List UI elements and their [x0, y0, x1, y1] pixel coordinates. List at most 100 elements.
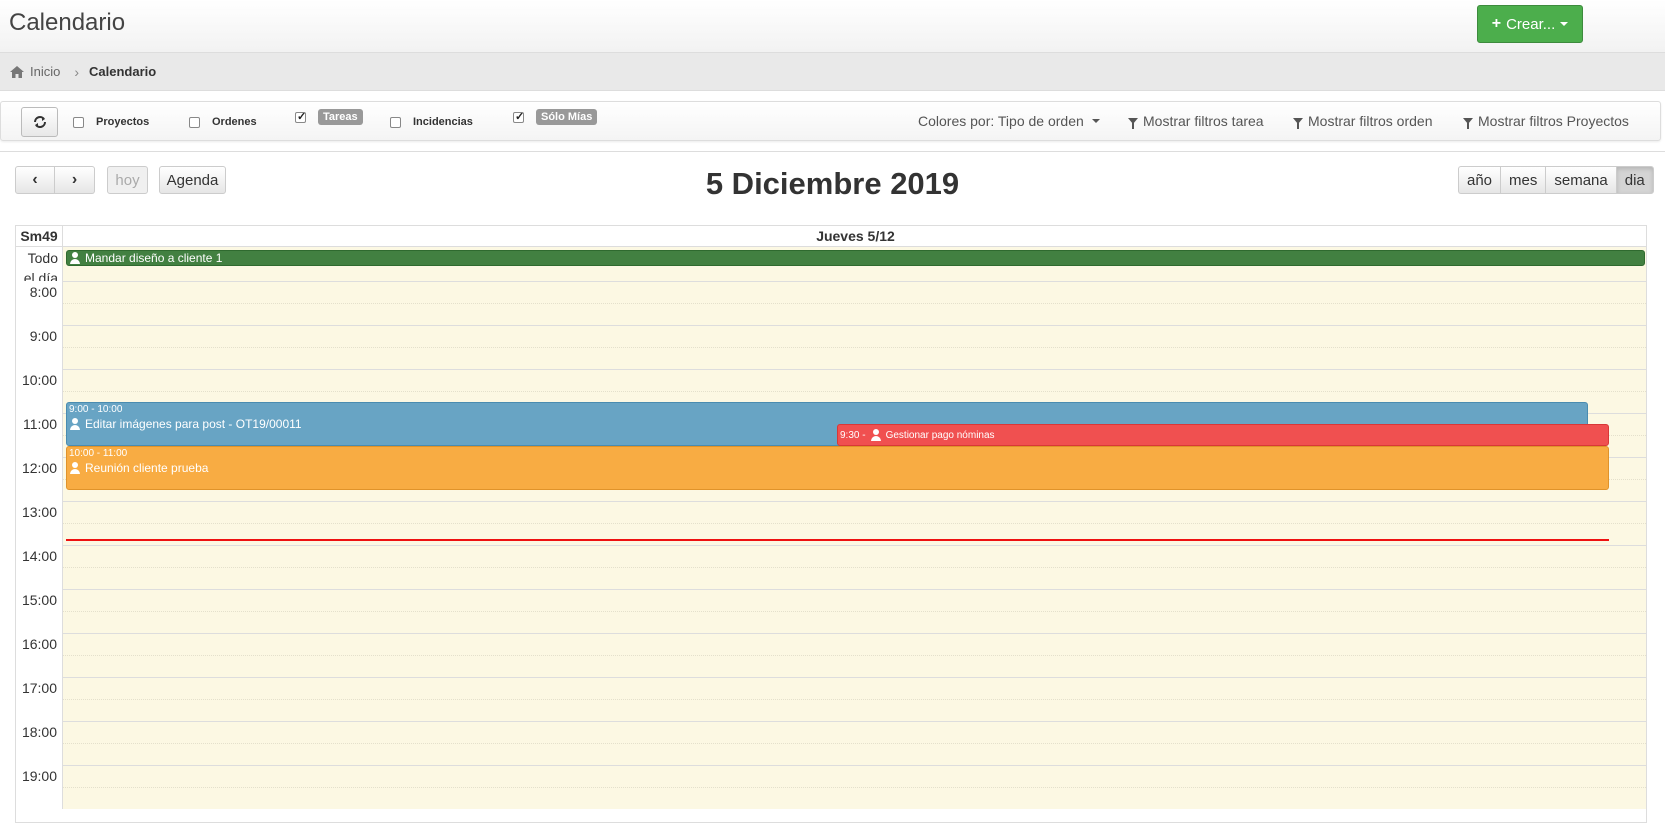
slot-line[interactable] — [63, 567, 1646, 589]
time-slot[interactable]: 9:00 — [16, 325, 1646, 369]
time-slot-half[interactable] — [16, 347, 1646, 369]
time-slot-half[interactable] — [16, 303, 1646, 325]
week-number: Sm49 — [16, 226, 63, 247]
slot-line[interactable] — [63, 655, 1646, 677]
create-label: Crear... — [1506, 15, 1556, 33]
slot-line[interactable] — [63, 523, 1646, 545]
slot-line[interactable] — [63, 589, 1646, 611]
checkbox-ordenes[interactable] — [189, 116, 200, 128]
event-gestionar-pago[interactable]: 9:30 - Gestionar pago nóminas — [837, 424, 1609, 446]
event-time: 9:30 - — [840, 429, 866, 441]
time-slot[interactable]: 13:00 — [16, 501, 1646, 545]
filter-icon — [1128, 118, 1138, 129]
show-order-filters-label: Mostrar filtros orden — [1308, 113, 1433, 129]
slot-line[interactable] — [63, 501, 1646, 523]
filter-icon — [1293, 118, 1303, 129]
time-slot[interactable]: 16:00 — [16, 633, 1646, 677]
time-slot-half[interactable] — [16, 699, 1646, 721]
view-switcher: año mes semana dia — [1458, 166, 1654, 194]
time-slot-half[interactable] — [16, 523, 1646, 545]
time-slot-half[interactable] — [16, 611, 1646, 633]
filter-icon — [1463, 118, 1473, 129]
checkbox-solo-mias[interactable] — [513, 110, 524, 123]
view-day-button[interactable]: dia — [1615, 166, 1654, 194]
show-order-filters-button[interactable]: Mostrar filtros orden — [1293, 113, 1432, 129]
day-header: Sm49 Jueves 5/12 — [16, 226, 1646, 247]
create-button[interactable]: + Crear... — [1477, 5, 1583, 43]
refresh-button[interactable] — [21, 107, 58, 137]
slot-line[interactable] — [63, 699, 1646, 721]
user-icon — [69, 418, 81, 430]
slot-line[interactable] — [63, 369, 1646, 391]
time-slot[interactable]: 14:00 — [16, 545, 1646, 589]
show-task-filters-label: Mostrar filtros tarea — [1143, 113, 1264, 129]
filter-proyectos-label: Proyectos — [96, 116, 150, 128]
user-icon — [69, 252, 81, 264]
event-title: Editar imágenes para post - OT19/00011 — [85, 417, 302, 431]
event-title-row: Reunión cliente prueba — [69, 461, 1606, 475]
allday-event-title: Mandar diseño a cliente 1 — [85, 251, 223, 265]
day-label: Jueves 5/12 — [816, 228, 895, 244]
time-slot[interactable]: 19:00 — [16, 765, 1646, 809]
home-icon — [10, 65, 24, 78]
caret-down-icon — [1091, 119, 1100, 123]
slot-line[interactable] — [63, 721, 1646, 743]
slot-line[interactable] — [63, 325, 1646, 347]
breadcrumb-current: Calendario — [89, 64, 157, 79]
time-slot-half[interactable] — [16, 743, 1646, 765]
user-icon — [870, 429, 882, 441]
chevron-right-icon: › — [74, 63, 80, 80]
time-slot[interactable]: 17:00 — [16, 677, 1646, 721]
allday-label-line-1: Todo — [27, 250, 58, 266]
time-slot[interactable]: 8:00 — [16, 281, 1646, 325]
slot-line[interactable] — [63, 303, 1646, 325]
time-slots: 8:00 9:00 10:00 11:00 12:00 13:00 14:00 15:00 16… — [16, 281, 1646, 822]
slot-line[interactable] — [63, 611, 1646, 633]
filter-solo-mias-label: Sólo Mías — [536, 109, 598, 125]
slot-line[interactable] — [63, 787, 1646, 809]
checkbox-tareas[interactable] — [295, 110, 306, 123]
breadcrumb-home[interactable]: Inicio — [10, 64, 60, 79]
time-slot-half[interactable] — [16, 787, 1646, 809]
checkbox-proyectos[interactable] — [73, 116, 84, 128]
slot-line[interactable] — [63, 281, 1646, 303]
event-title: Gestionar pago nóminas — [885, 429, 995, 441]
show-project-filters-button[interactable]: Mostrar filtros Proyectos — [1463, 113, 1629, 129]
day-grid: Sm49 Jueves 5/12 Todo el día Mandar dise… — [15, 225, 1647, 823]
allday-event[interactable]: Mandar diseño a cliente 1 — [66, 250, 1645, 266]
event-reunion-cliente[interactable]: 10:00 - 11:00 Reunión cliente prueba — [66, 446, 1609, 490]
time-slot-half[interactable] — [16, 655, 1646, 677]
time-slot[interactable]: 10:00 — [16, 369, 1646, 413]
filter-tareas[interactable]: Tareas — [295, 109, 363, 125]
slot-line[interactable] — [63, 765, 1646, 787]
filter-ordenes[interactable]: Ordenes — [189, 116, 257, 128]
top-bar: Calendario + Crear... — [0, 0, 1665, 53]
filter-tareas-label: Tareas — [318, 109, 363, 125]
view-month-button[interactable]: mes — [1500, 166, 1546, 194]
slot-line[interactable] — [63, 633, 1646, 655]
slot-line[interactable] — [63, 677, 1646, 699]
filter-solo-mias[interactable]: Sólo Mías — [513, 109, 598, 125]
caret-down-icon — [1560, 22, 1569, 26]
current-time-indicator — [66, 539, 1609, 541]
view-year-button[interactable]: año — [1458, 166, 1501, 194]
view-week-button[interactable]: semana — [1545, 166, 1616, 194]
show-task-filters-button[interactable]: Mostrar filtros tarea — [1128, 113, 1264, 129]
breadcrumb-home-label: Inicio — [30, 64, 61, 79]
slot-line[interactable] — [63, 347, 1646, 369]
slot-line[interactable] — [63, 743, 1646, 765]
filter-incidencias-label: Incidencias — [413, 116, 473, 128]
slot-line[interactable] — [63, 545, 1646, 567]
user-icon — [69, 462, 81, 474]
breadcrumb: Inicio › Calendario — [0, 53, 1665, 91]
colors-by-dropdown[interactable]: Colores por: Tipo de orden — [918, 113, 1100, 129]
time-slot-half[interactable] — [16, 567, 1646, 589]
page-title: Calendario — [9, 9, 126, 36]
show-project-filters-label: Mostrar filtros Proyectos — [1478, 113, 1629, 129]
checkbox-incidencias[interactable] — [390, 116, 401, 128]
filter-incidencias[interactable]: Incidencias — [390, 116, 473, 128]
time-slot[interactable]: 15:00 — [16, 589, 1646, 633]
filter-proyectos[interactable]: Proyectos — [73, 116, 149, 128]
time-slot[interactable]: 18:00 — [16, 721, 1646, 765]
event-time: 9:00 - 10:00 — [69, 404, 123, 415]
